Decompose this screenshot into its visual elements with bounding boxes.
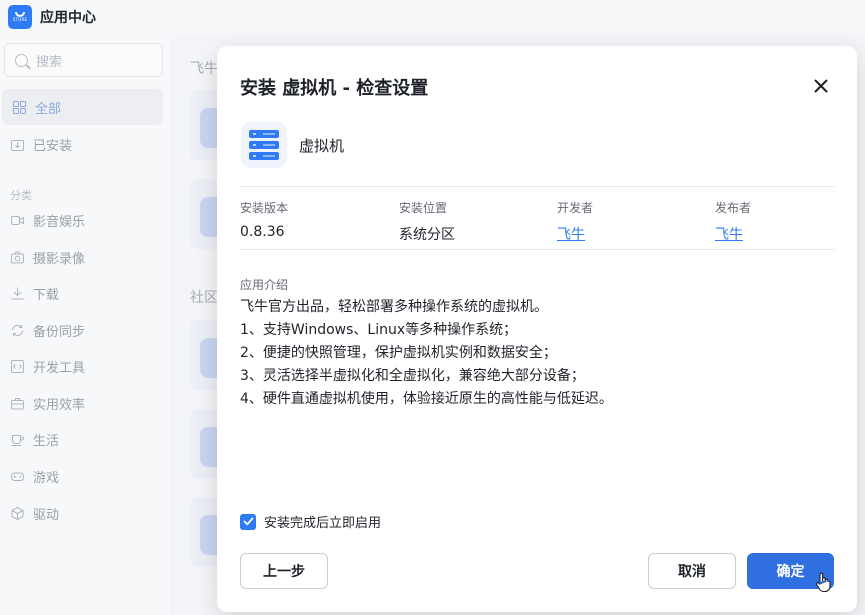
enable-after-install-checkbox[interactable]: 安装完成后立即启用 — [240, 512, 381, 531]
sidebar-item-life[interactable]: 生活 — [0, 421, 163, 457]
developer-link[interactable]: 飞牛 — [557, 224, 585, 244]
divider — [240, 249, 834, 250]
sidebar-item-all[interactable]: 全部 — [2, 89, 163, 125]
sidebar-item-label: 全部 — [35, 101, 62, 117]
sidebar-item-label: 驱动 — [33, 507, 60, 523]
version-label: 安装版本 — [240, 201, 289, 215]
sidebar-item-label: 下载 — [33, 287, 60, 303]
camera-icon — [10, 250, 24, 264]
search-placeholder: 搜索 — [36, 54, 63, 70]
grid-icon — [12, 100, 26, 114]
sidebar: 搜索 全部 已安装 分类 影音娱乐 摄影录像 下载 备份同步 开发工具 实用效率 — [0, 34, 170, 615]
info-developer: 开发者 飞牛 — [557, 199, 707, 244]
search-input[interactable]: 搜索 — [4, 43, 163, 77]
sidebar-item-video[interactable]: 影音娱乐 — [0, 202, 163, 238]
sidebar-item-label: 游戏 — [33, 470, 60, 486]
dialog-title: 安装 虚拟机 - 检查设置 — [240, 78, 429, 99]
virtual-machine-app-icon — [241, 122, 287, 168]
publisher-link[interactable]: 飞牛 — [715, 224, 743, 244]
cancel-button[interactable]: 取消 — [648, 553, 736, 589]
previous-step-button[interactable]: 上一步 — [240, 553, 328, 589]
description-line: 3、灵活选择半虚拟化和全虚拟化，兼容绝大部分设备； — [240, 368, 585, 384]
app-card[interactable] — [190, 179, 226, 249]
sync-icon — [10, 323, 24, 337]
app-card[interactable] — [190, 320, 226, 390]
info-location: 安装位置 系统分区 — [399, 199, 549, 244]
logo-text: STORE — [12, 17, 28, 22]
app-card[interactable] — [190, 409, 226, 479]
description-line: 4、硬件直通虚拟机使用，体验接近原生的高性能与低延迟。 — [240, 391, 613, 407]
sidebar-item-download[interactable]: 下载 — [0, 275, 163, 311]
sidebar-item-installed[interactable]: 已安装 — [0, 126, 163, 162]
sidebar-item-label: 备份同步 — [33, 324, 86, 340]
app-card[interactable] — [190, 90, 226, 160]
app-store-logo-icon: STORE — [8, 5, 32, 29]
section-community-heading: 社区 — [190, 290, 218, 306]
sidebar-item-label: 影音娱乐 — [33, 214, 86, 230]
sidebar-item-devtools[interactable]: 开发工具 — [0, 348, 163, 384]
location-value: 系统分区 — [399, 227, 455, 243]
download-icon — [10, 286, 24, 300]
info-version: 安装版本 0.8.36 — [240, 199, 390, 240]
description-label: 应用介绍 — [240, 278, 289, 292]
close-icon — [814, 79, 828, 93]
hand-cursor-icon — [816, 572, 831, 593]
publisher-label: 发布者 — [715, 201, 752, 215]
category-heading: 分类 — [10, 189, 32, 202]
description-line: 1、支持Windows、Linux等多种操作系统； — [240, 322, 518, 338]
divider — [240, 186, 834, 187]
description-line: 2、便捷的快照管理，保护虚拟机实例和数据安全； — [240, 345, 557, 361]
search-icon — [15, 53, 28, 67]
checkbox-checked-icon[interactable] — [240, 513, 256, 530]
app-name: 虚拟机 — [299, 137, 345, 155]
sidebar-item-games[interactable]: 游戏 — [0, 458, 163, 494]
sidebar-item-label: 实用效率 — [33, 397, 86, 413]
description-text: 飞牛官方出品，轻松部署多种操作系统的虚拟机。 1、支持Windows、Linux… — [240, 296, 834, 411]
sidebar-item-label: 生活 — [33, 433, 60, 449]
app-card[interactable] — [190, 497, 226, 567]
description-line: 飞牛官方出品，轻松部署多种操作系统的虚拟机。 — [240, 299, 548, 315]
video-icon — [10, 213, 24, 227]
coffee-icon — [10, 432, 24, 446]
developer-label: 开发者 — [557, 201, 594, 215]
sidebar-item-label: 开发工具 — [33, 360, 86, 376]
toolbox-icon — [10, 396, 24, 410]
installed-box-icon — [10, 137, 24, 151]
info-publisher: 发布者 飞牛 — [715, 199, 865, 244]
code-icon — [10, 359, 24, 373]
checkbox-label: 安装完成后立即启用 — [264, 516, 382, 531]
sidebar-item-drivers[interactable]: 驱动 — [0, 495, 163, 531]
app-title: 应用中心 — [40, 10, 96, 26]
title-bar: STORE 应用中心 — [0, 0, 865, 34]
location-label: 安装位置 — [399, 201, 448, 215]
install-dialog: 安装 虚拟机 - 检查设置 虚拟机 安装版本 0.8.36 安装位置 系统分区 … — [217, 46, 857, 612]
sidebar-item-label: 已安装 — [33, 138, 73, 154]
sidebar-item-backup[interactable]: 备份同步 — [0, 312, 163, 348]
sidebar-item-photo[interactable]: 摄影录像 — [0, 239, 163, 275]
sidebar-item-label: 摄影录像 — [33, 251, 86, 267]
sidebar-item-utility[interactable]: 实用效率 — [0, 385, 163, 421]
section-official-heading: 飞牛 — [190, 61, 218, 77]
gamepad-icon — [10, 469, 24, 483]
version-value: 0.8.36 — [240, 224, 285, 240]
close-button[interactable] — [809, 74, 833, 98]
cube-icon — [10, 506, 24, 520]
